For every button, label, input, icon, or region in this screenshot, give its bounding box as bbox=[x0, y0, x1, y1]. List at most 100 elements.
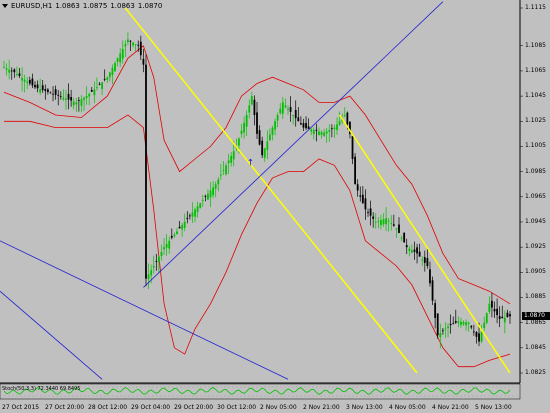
price-tick-label: 1.1085 bbox=[525, 41, 546, 49]
candle-body bbox=[421, 259, 424, 261]
candle-body bbox=[88, 93, 91, 97]
candle-body bbox=[382, 219, 385, 225]
candle-body bbox=[186, 217, 189, 219]
candle-body bbox=[10, 70, 13, 72]
time-tick-label: 4 Nov 05:00 bbox=[389, 404, 426, 411]
candle-body bbox=[62, 97, 65, 100]
candle-body bbox=[271, 127, 274, 135]
candle-body bbox=[457, 321, 460, 323]
open-value: 1.0863 bbox=[55, 2, 80, 10]
candle-body bbox=[90, 89, 93, 92]
high-value: 1.0875 bbox=[82, 2, 108, 10]
candle-body bbox=[253, 99, 256, 115]
candle-body bbox=[217, 179, 220, 185]
candle-body bbox=[467, 322, 470, 324]
candle-body bbox=[145, 64, 147, 279]
candle-body bbox=[219, 174, 222, 176]
candle-body bbox=[147, 274, 150, 280]
candle-body bbox=[410, 250, 413, 253]
candle-body bbox=[57, 94, 60, 96]
blue-trendline-down-2 bbox=[0, 290, 103, 380]
candle-body bbox=[222, 170, 225, 171]
candle-body bbox=[212, 187, 215, 196]
candle-body bbox=[501, 316, 504, 319]
candle-body bbox=[5, 68, 8, 70]
candle-body bbox=[65, 98, 67, 100]
candle-body bbox=[70, 97, 73, 101]
candle-body bbox=[188, 215, 191, 217]
candle-body bbox=[294, 110, 297, 119]
candle-body bbox=[302, 123, 305, 128]
chart-area[interactable]: ↑ EURUSD,H1 1.0863 1.0875 1.0863 1.0870 … bbox=[0, 0, 550, 413]
candle-body bbox=[503, 317, 506, 323]
candle-body bbox=[281, 102, 284, 114]
candle-body bbox=[191, 212, 194, 217]
candle-body bbox=[279, 108, 282, 114]
candle-body bbox=[134, 44, 137, 45]
lower-bollinger-band bbox=[4, 114, 511, 368]
candle-body bbox=[509, 314, 511, 317]
candle-body bbox=[243, 122, 245, 133]
candle-body bbox=[312, 130, 315, 134]
candle-body bbox=[374, 221, 377, 223]
candle-body bbox=[80, 99, 83, 106]
price-tick-label: 1.1065 bbox=[525, 66, 546, 74]
dropdown-arrow-icon[interactable] bbox=[2, 4, 8, 8]
candle-body bbox=[483, 322, 486, 328]
candle-body bbox=[31, 78, 34, 86]
candle-body bbox=[54, 89, 57, 95]
candle-body bbox=[323, 132, 326, 136]
candle-body bbox=[98, 83, 101, 85]
candle-body bbox=[93, 89, 96, 96]
candle-body bbox=[28, 79, 31, 84]
candle-body bbox=[305, 123, 307, 129]
candle-body bbox=[441, 330, 444, 332]
candle-body bbox=[493, 309, 496, 312]
candle-body bbox=[261, 140, 264, 156]
candle-body bbox=[266, 141, 269, 150]
candle-body bbox=[369, 208, 372, 216]
time-tick-label: 29 Oct 20:00 bbox=[174, 404, 214, 411]
candle-body bbox=[106, 77, 109, 80]
candle-body bbox=[103, 78, 106, 80]
candle-body bbox=[111, 67, 114, 76]
candle-body bbox=[96, 87, 98, 89]
time-tick-label: 30 Oct 12:00 bbox=[217, 404, 257, 411]
candle-body bbox=[372, 216, 375, 219]
price-chart[interactable]: ↑ bbox=[0, 0, 550, 413]
candle-body bbox=[263, 148, 266, 158]
candle-body bbox=[478, 333, 480, 342]
candle-body bbox=[416, 247, 418, 254]
candle-body bbox=[413, 249, 416, 252]
candle-body bbox=[204, 195, 207, 197]
candle-body bbox=[155, 261, 158, 262]
yellow-trendline-2 bbox=[338, 114, 511, 374]
candle-body bbox=[274, 121, 276, 130]
candle-body bbox=[85, 96, 88, 99]
candle-body bbox=[418, 251, 421, 257]
candle-body bbox=[398, 224, 400, 233]
candle-body bbox=[496, 308, 498, 316]
candle-body bbox=[460, 321, 462, 325]
candle-body bbox=[129, 40, 132, 42]
candle-body bbox=[36, 84, 39, 89]
time-tick-label: 28 Oct 12:00 bbox=[88, 404, 128, 411]
candle-body bbox=[150, 270, 153, 276]
candle-body bbox=[77, 100, 80, 101]
candle-body bbox=[3, 67, 5, 68]
candle-body bbox=[472, 331, 475, 333]
price-tick-label: 1.0965 bbox=[525, 192, 546, 200]
candle-body bbox=[454, 321, 457, 323]
time-tick-label: 29 Oct 04:00 bbox=[131, 404, 171, 411]
candle-body bbox=[377, 221, 380, 222]
price-tick-label: 1.1025 bbox=[525, 117, 546, 125]
candle-body bbox=[83, 97, 85, 100]
candle-body bbox=[16, 74, 18, 75]
candle-body bbox=[256, 112, 258, 134]
candle-body bbox=[452, 323, 455, 325]
candle-body bbox=[289, 106, 292, 112]
candle-body bbox=[426, 258, 429, 267]
candle-body bbox=[320, 131, 323, 135]
candle-body bbox=[498, 316, 501, 319]
candle-body bbox=[232, 151, 235, 160]
